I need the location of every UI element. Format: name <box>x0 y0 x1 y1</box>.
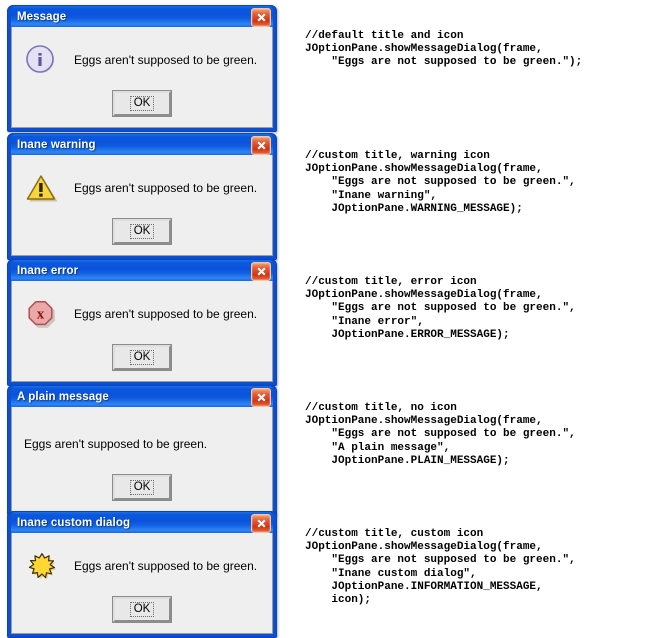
dialog-title: A plain message <box>17 390 109 403</box>
dialog-title: Inane error <box>17 264 79 277</box>
warning-icon <box>24 170 60 206</box>
dialog-titlebar[interactable]: Inane custom dialog <box>11 512 273 533</box>
information-icon <box>24 42 60 78</box>
close-icon[interactable] <box>251 514 271 533</box>
ok-button-label: OK <box>129 224 155 239</box>
code-sample-plain: //custom title, no icon JOptionPane.show… <box>305 402 576 467</box>
dialog-content: x Eggs aren't supposed to be green. <box>12 281 272 339</box>
ok-button-label: OK <box>129 96 155 111</box>
dialog-inane-error[interactable]: Inane error x Eggs aren't supposed to be… <box>7 259 277 386</box>
ok-button[interactable]: OK <box>113 475 171 500</box>
dialog-button-row: OK <box>12 213 272 255</box>
dialog-message-text: Eggs aren't supposed to be green. <box>74 559 258 573</box>
ok-button[interactable]: OK <box>113 597 171 622</box>
dialog-message-text: Eggs aren't supposed to be green. <box>74 53 258 67</box>
close-icon[interactable] <box>251 388 271 407</box>
dialog-titlebar[interactable]: A plain message <box>11 386 273 407</box>
dialog-titlebar[interactable]: Inane error <box>11 260 273 281</box>
dialog-titlebar[interactable]: Inane warning <box>11 134 273 155</box>
error-icon: x <box>24 296 60 332</box>
dialog-plain-message[interactable]: A plain message Eggs aren't supposed to … <box>7 385 277 516</box>
dialog-title: Message <box>17 10 67 23</box>
code-sample-custom: //custom title, custom icon JOptionPane.… <box>305 528 576 607</box>
close-icon[interactable] <box>251 8 271 27</box>
svg-text:x: x <box>37 307 45 323</box>
code-sample-warning: //custom title, warning icon JOptionPane… <box>305 150 576 215</box>
ok-button-label: OK <box>129 350 155 365</box>
dialog-message[interactable]: Message Eggs aren't supposed to be green <box>7 5 277 132</box>
dialog-body: Eggs aren't supposed to be green. OK <box>11 533 273 634</box>
dialog-button-row: OK <box>12 591 272 633</box>
close-icon[interactable] <box>251 136 271 155</box>
dialog-body: x Eggs aren't supposed to be green. OK <box>11 281 273 382</box>
close-icon[interactable] <box>251 262 271 281</box>
dialog-button-row: OK <box>12 85 272 127</box>
dialog-content: Eggs aren't supposed to be green. <box>12 407 272 469</box>
dialog-body: Eggs aren't supposed to be green. OK <box>11 27 273 128</box>
dialog-inane-custom[interactable]: Inane custom dialog Eggs aren't supposed… <box>7 511 277 638</box>
ok-button[interactable]: OK <box>113 219 171 244</box>
ok-button-label: OK <box>129 480 155 495</box>
code-sample-default: //default title and icon JOptionPane.sho… <box>305 30 583 69</box>
dialog-content: Eggs aren't supposed to be green. <box>12 27 272 85</box>
dialog-inane-warning[interactable]: Inane warning Eggs aren't supposed to be <box>7 133 277 260</box>
code-sample-error: //custom title, error icon JOptionPane.s… <box>305 276 576 341</box>
dialog-message-text: Eggs aren't supposed to be green. <box>74 307 258 321</box>
dialog-button-row: OK <box>12 469 272 511</box>
ok-button[interactable]: OK <box>113 345 171 370</box>
dialog-button-row: OK <box>12 339 272 381</box>
dialog-title: Inane custom dialog <box>17 516 131 529</box>
dialog-message-text: Eggs aren't supposed to be green. <box>24 437 208 451</box>
dialog-title: Inane warning <box>17 138 96 151</box>
dialog-body: Eggs aren't supposed to be green. OK <box>11 407 273 512</box>
dialog-titlebar[interactable]: Message <box>11 6 273 27</box>
dialog-message-text: Eggs aren't supposed to be green. <box>74 181 258 195</box>
dialog-content: Eggs aren't supposed to be green. <box>12 155 272 213</box>
custom-star-icon <box>24 548 60 584</box>
ok-button[interactable]: OK <box>113 91 171 116</box>
ok-button-label: OK <box>129 602 155 617</box>
screenshot-root: Message Eggs aren't supposed to be green <box>0 0 649 638</box>
dialog-content: Eggs aren't supposed to be green. <box>12 533 272 591</box>
dialog-body: Eggs aren't supposed to be green. OK <box>11 155 273 256</box>
